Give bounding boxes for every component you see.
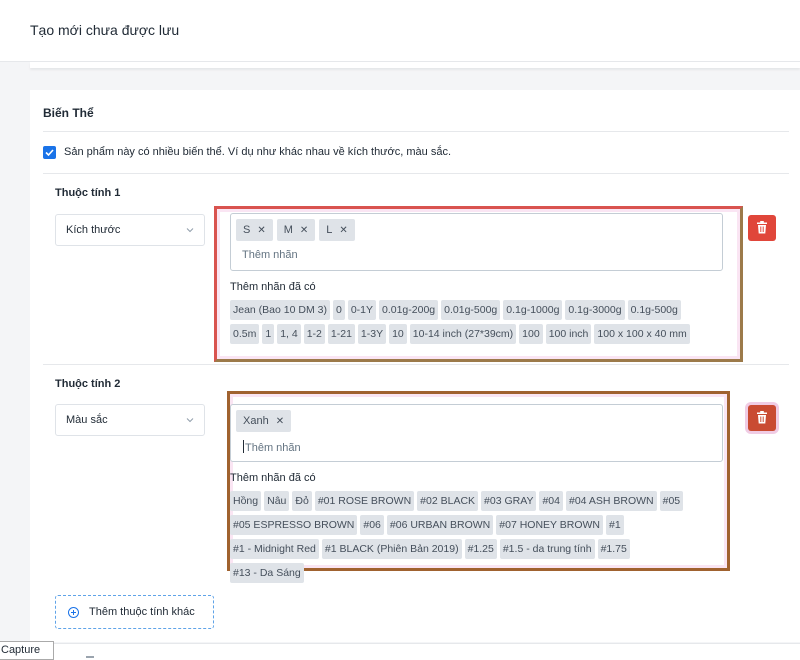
top-bar: Tạo mới chưa được lưu <box>0 0 800 62</box>
variants-card: Biến Thể Sản phẩm này có nhiều biến thể.… <box>30 90 800 642</box>
checkmark-icon <box>45 149 54 157</box>
suggestion-chip[interactable]: 0.1g-3000g <box>565 300 625 320</box>
attribute-1-label: Thuộc tính 1 <box>55 187 121 199</box>
attribute-2-tag-input[interactable]: Xanh ✕ Thêm nhãn <box>230 404 723 462</box>
suggestion-chip[interactable]: 1-2 <box>303 324 325 344</box>
suggestion-chip[interactable]: #06 <box>360 515 384 535</box>
suggestion-chip[interactable]: Nâu <box>264 491 290 511</box>
suggestion-chip[interactable]: #06 URBAN BROWN <box>386 515 494 535</box>
suggestion-chip[interactable]: #1.75 <box>597 539 630 559</box>
add-attribute-button[interactable]: Thêm thuộc tính khác <box>55 595 214 629</box>
suggestion-chip[interactable]: #04 ASH BROWN <box>566 491 657 511</box>
suggestion-chip[interactable]: Jean (Bao 10 DM 3) <box>230 300 330 320</box>
trash-icon <box>757 411 767 424</box>
suggestion-chip[interactable]: #13 - Da Sáng <box>230 563 304 583</box>
suggestion-chip[interactable]: 10 <box>389 324 407 344</box>
capture-tooltip: Capture <box>0 641 54 660</box>
divider <box>43 173 789 174</box>
suggestion-list: Jean (Bao 10 DM 3) 0 0-1Y 0.01g-200g 0.01g-5… <box>230 300 710 344</box>
divider <box>43 364 789 365</box>
chevron-down-icon <box>186 418 194 423</box>
remove-tag-icon[interactable]: ✕ <box>257 225 265 236</box>
suggestion-chip[interactable]: #03 GRAY <box>481 491 537 511</box>
tag: S ✕ <box>236 219 273 241</box>
suggestion-chip[interactable]: 0.1g-1000g <box>503 300 563 320</box>
section-marker <box>86 656 94 658</box>
suggestion-chip[interactable]: 0 <box>332 300 345 320</box>
attribute-2-label: Thuộc tính 2 <box>55 378 121 390</box>
suggestion-chip[interactable]: 100 <box>519 324 543 344</box>
section-divider <box>30 62 800 68</box>
suggestion-chip[interactable]: #01 ROSE BROWN <box>314 491 415 511</box>
suggestion-chip[interactable]: Đỏ <box>292 491 312 511</box>
suggestion-chip[interactable]: 1-21 <box>327 324 355 344</box>
suggestions-title: Thêm nhãn đã có <box>230 472 316 484</box>
suggestion-chip[interactable]: #1 <box>606 515 624 535</box>
suggestion-chip[interactable]: #05 <box>659 491 684 511</box>
add-attribute-label: Thêm thuộc tính khác <box>89 606 195 618</box>
suggestion-chip[interactable]: #1 BLACK (Phiên Bản 2019) <box>321 539 462 559</box>
suggestion-chip[interactable]: 0.01g-200g <box>379 300 439 320</box>
suggestion-chip[interactable]: 0.1g-500g <box>627 300 681 320</box>
suggestion-chip[interactable]: 1 <box>262 324 275 344</box>
tag: L ✕ <box>319 219 355 241</box>
trash-icon <box>757 221 767 234</box>
plus-icon <box>68 607 79 618</box>
suggestion-chip[interactable]: 1-3Y <box>357 324 387 344</box>
suggestion-chip[interactable]: #1 - Midnight Red <box>230 539 319 559</box>
attribute-2-select[interactable]: Màu sắc <box>55 404 205 436</box>
remove-tag-icon[interactable]: ✕ <box>339 225 347 236</box>
select-value: Kích thước <box>66 224 121 236</box>
suggestion-chip[interactable]: 1, 4 <box>277 324 301 344</box>
text-cursor <box>243 440 244 453</box>
divider <box>43 131 789 132</box>
tag-placeholder[interactable]: Thêm nhãn <box>243 440 301 454</box>
delete-attribute-button[interactable] <box>748 405 776 431</box>
tag: Xanh ✕ <box>236 410 292 432</box>
tag-placeholder[interactable]: Thêm nhãn <box>242 249 298 261</box>
suggestion-chip[interactable]: #05 ESPRESSO BROWN <box>230 515 358 535</box>
page-title: Tạo mới chưa được lưu <box>30 22 180 38</box>
section-title: Biến Thể <box>43 106 94 120</box>
suggestion-chip[interactable]: 0-1Y <box>347 300 376 320</box>
attribute-1-select[interactable]: Kích thước <box>55 214 205 246</box>
suggestion-chip[interactable]: #1.5 - da trung tính <box>499 539 595 559</box>
attribute-1-tag-input[interactable]: S ✕ M ✕ L ✕ Thêm nhãn <box>230 213 723 271</box>
suggestion-chip[interactable]: Hồng <box>230 491 262 511</box>
tag: M ✕ <box>276 219 316 241</box>
suggestion-chip[interactable]: 0.5m <box>230 324 260 344</box>
suggestion-chip[interactable]: 0.01g-500g <box>441 300 501 320</box>
multi-variant-checkbox[interactable] <box>43 146 56 159</box>
remove-tag-icon[interactable]: ✕ <box>276 416 284 427</box>
remove-tag-icon[interactable]: ✕ <box>300 225 308 236</box>
delete-attribute-button[interactable] <box>748 215 776 241</box>
suggestion-chip[interactable]: #1.25 <box>464 539 497 559</box>
suggestion-chip[interactable]: 100 inch <box>545 324 592 344</box>
suggestion-chip[interactable]: #04 <box>539 491 563 511</box>
checkbox-label: Sản phẩm này có nhiều biến thể. Ví dụ nh… <box>64 146 452 158</box>
suggestion-chip[interactable]: #02 BLACK <box>417 491 479 511</box>
next-section <box>30 643 800 660</box>
suggestion-chip[interactable]: #07 HONEY BROWN <box>496 515 604 535</box>
suggestion-chip[interactable]: 10-14 inch (27*39cm) <box>409 324 517 344</box>
suggestion-chip[interactable]: 100 x 100 x 40 mm <box>594 324 690 344</box>
chevron-down-icon <box>186 228 194 233</box>
select-value: Màu sắc <box>66 414 108 426</box>
suggestion-list: Hồng Nâu Đỏ #01 ROSE BROWN #02 BLACK #03 GRAY… <box>230 491 700 583</box>
suggestions-title: Thêm nhãn đã có <box>230 281 316 293</box>
